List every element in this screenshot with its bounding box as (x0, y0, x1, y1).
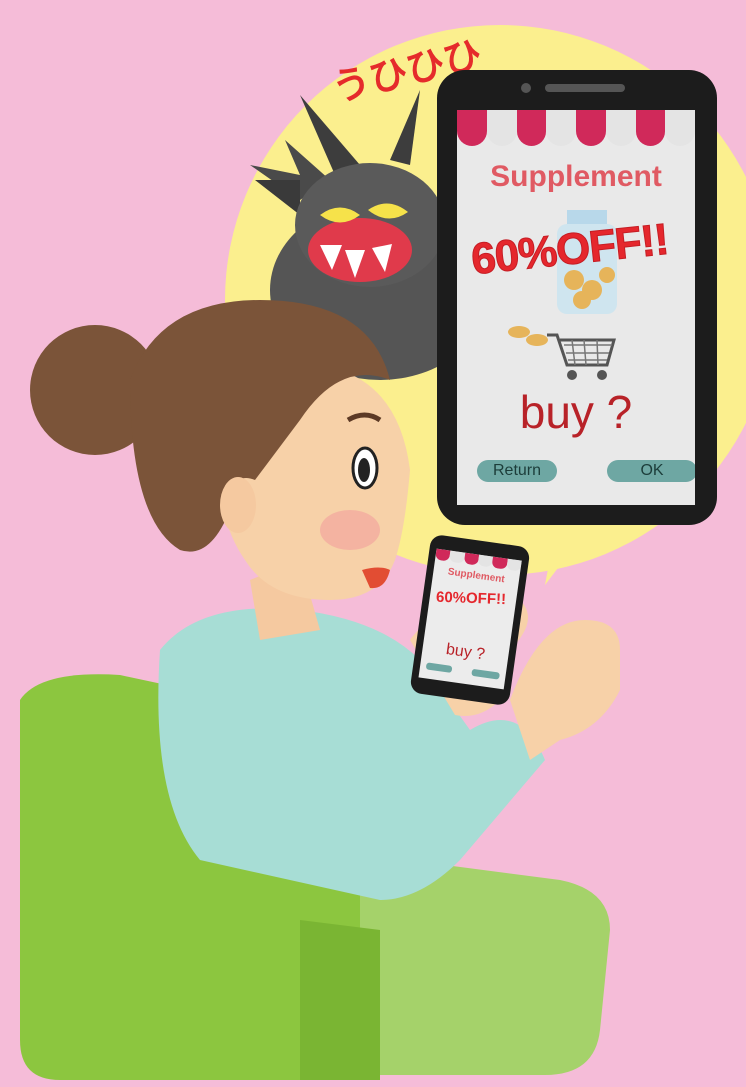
smartphone-large: Supplement 60%OFF!! buy ? Return OK (437, 70, 717, 525)
discount-label: 60%OFF!! (468, 214, 671, 285)
small-phone-screen: Supplement 60%OFF!! buy ? (418, 548, 522, 690)
camera-icon (521, 83, 531, 93)
shop-awning (457, 110, 695, 158)
small-ok-button[interactable] (471, 668, 500, 680)
product-title: Supplement (490, 160, 662, 193)
speaker-icon (545, 84, 625, 92)
shopping-cart-icon (547, 333, 616, 380)
buy-prompt: buy ? (519, 386, 633, 438)
small-return-button[interactable] (425, 662, 453, 673)
phone-screen: Supplement 60%OFF!! buy ? Return OK (457, 110, 695, 505)
ok-button[interactable]: OK (607, 460, 695, 482)
return-button[interactable]: Return (477, 460, 557, 482)
small-discount-label: 60%OFF!! (435, 588, 507, 609)
